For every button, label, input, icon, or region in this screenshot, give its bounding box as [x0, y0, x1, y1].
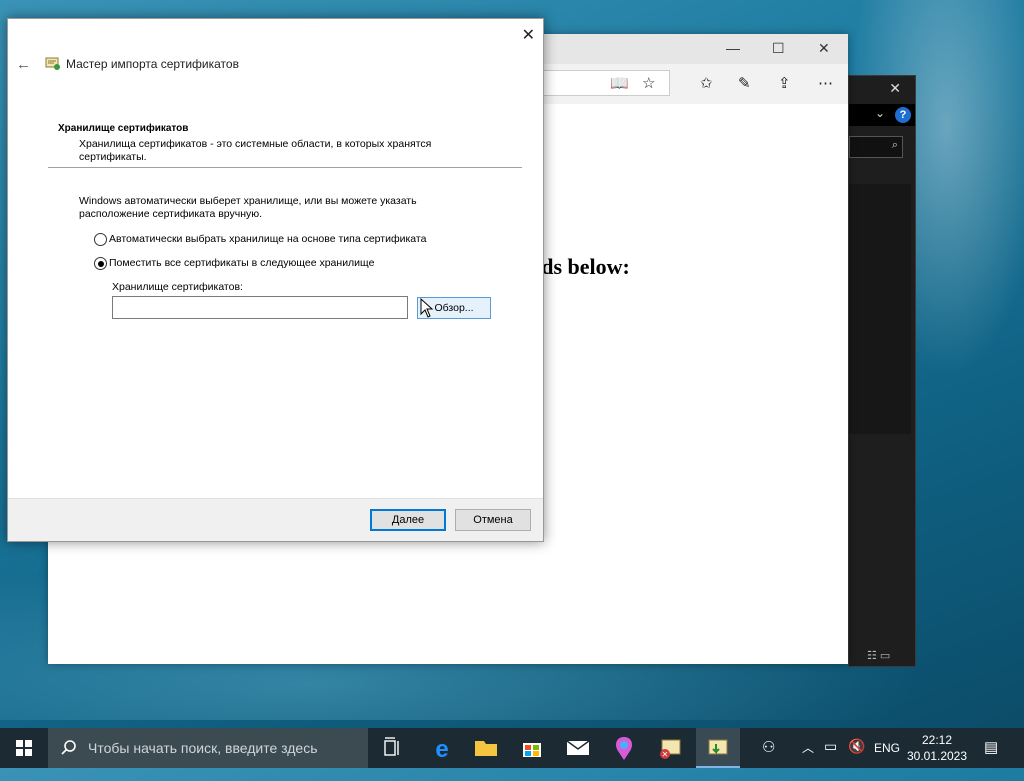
mouse-cursor-icon	[420, 298, 434, 318]
minimize-icon[interactable]: —	[726, 40, 740, 56]
svg-text:✕: ✕	[662, 750, 669, 759]
certificate-import-icon	[708, 739, 728, 755]
notifications-icon[interactable]: ▤	[984, 738, 998, 778]
info-text: Windows автоматически выберет хранилище,…	[79, 195, 417, 220]
radio-manual-store[interactable]	[94, 257, 107, 270]
taskbar: Чтобы начать поиск, введите здесь e ✕ ⚇ …	[0, 728, 1024, 768]
radio-auto-store[interactable]	[94, 233, 107, 246]
radio-auto-store-label[interactable]: Автоматически выбрать хранилище на основ…	[109, 233, 426, 245]
radio-manual-store-label[interactable]: Поместить все сертификаты в следующее хр…	[109, 257, 374, 269]
favorites-hub-icon[interactable]: ✩	[700, 74, 713, 92]
explorer-taskbar-button[interactable]	[464, 728, 508, 768]
folder-icon	[475, 741, 497, 756]
dark-window-titlebar: ✕	[849, 76, 915, 102]
dark-window-panel	[849, 184, 911, 434]
favorite-star-icon[interactable]: ☆	[642, 74, 655, 92]
mail-icon	[566, 740, 590, 755]
store-field-label: Хранилище сертификатов:	[112, 281, 243, 293]
pen-icon[interactable]: ✎	[738, 74, 751, 92]
certmgr-taskbar-button[interactable]: ✕	[648, 728, 692, 768]
language-indicator[interactable]: ENG	[874, 741, 900, 781]
chevron-down-icon[interactable]: ⌄	[875, 106, 885, 120]
start-button[interactable]	[0, 728, 48, 768]
background-dark-window: ✕ ⌄ ? ⌕ ☷ ▭	[848, 75, 916, 667]
view-toggle-icons[interactable]: ☷ ▭	[867, 649, 890, 662]
reading-view-icon[interactable]: 📖	[610, 74, 629, 92]
certificate-import-wizard: ✕ ← Мастер импорта сертификатов Хранилищ…	[7, 18, 544, 542]
certificate-store-input[interactable]	[112, 296, 408, 319]
cert-wizard-taskbar-button[interactable]	[696, 728, 740, 768]
clock-date: 30.01.2023	[906, 749, 968, 763]
separator	[48, 167, 522, 168]
dialog-footer: Далее Отмена	[8, 498, 543, 541]
search-icon	[61, 740, 76, 755]
close-icon[interactable]: ✕	[818, 40, 830, 57]
edge-taskbar-button[interactable]: e	[420, 728, 464, 768]
svg-text:e: e	[435, 736, 448, 763]
help-icon[interactable]: ?	[895, 107, 911, 123]
network-icon[interactable]: ▭	[824, 738, 837, 778]
task-view-icon	[384, 737, 399, 756]
section-description: Хранилища сертификатов - это системные о…	[79, 138, 432, 163]
dialog-title: Мастер импорта сертификатов	[66, 57, 239, 71]
search-placeholder: Чтобы начать поиск, введите здесь	[88, 740, 318, 756]
chevron-up-icon[interactable]: ︿	[802, 739, 814, 779]
certificate-icon	[45, 57, 60, 70]
paint-3d-icon	[616, 737, 632, 760]
share-icon[interactable]: ⇪	[778, 74, 791, 92]
dark-window-search-input[interactable]: ⌕	[849, 136, 903, 158]
section-title: Хранилище сертификатов	[58, 123, 189, 134]
back-arrow-icon[interactable]: ←	[16, 56, 31, 73]
clock-time: 22:12	[921, 733, 953, 747]
clock[interactable]: 22:12 30.01.2023	[906, 732, 968, 764]
task-view-button[interactable]	[370, 728, 414, 768]
cancel-button[interactable]: Отмена	[455, 509, 531, 531]
edge-icon: e	[435, 736, 448, 763]
people-icon[interactable]: ⚇	[762, 738, 775, 778]
volume-muted-icon[interactable]: 🔇	[848, 738, 865, 778]
next-button[interactable]: Далее	[370, 509, 446, 531]
close-icon[interactable]: ✕	[889, 80, 901, 97]
more-icon[interactable]: ⋯	[818, 74, 833, 92]
maximize-icon[interactable]: ☐	[772, 40, 785, 57]
close-icon[interactable]: ✕	[522, 25, 535, 45]
store-taskbar-button[interactable]	[510, 728, 554, 768]
certificate-error-icon: ✕	[660, 739, 681, 759]
store-bag-icon	[523, 743, 541, 757]
search-icon: ⌕	[891, 139, 898, 151]
paint3d-taskbar-button[interactable]	[602, 728, 646, 768]
windows-logo-icon	[16, 740, 32, 756]
mail-taskbar-button[interactable]	[556, 728, 600, 768]
taskbar-search-box[interactable]: Чтобы начать поиск, введите здесь	[48, 728, 368, 768]
